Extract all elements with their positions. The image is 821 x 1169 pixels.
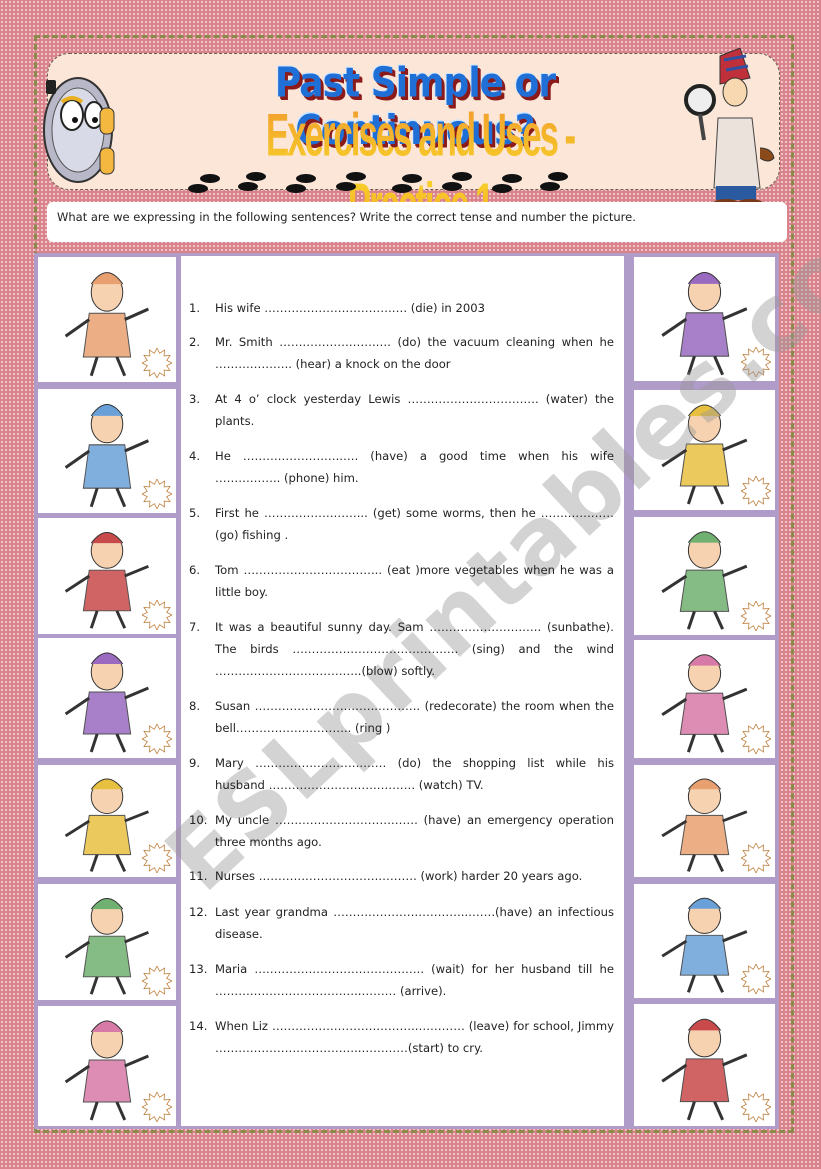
exercise-sentence[interactable]: Susan …………………………..……….. (redecorate) the… — [215, 695, 614, 739]
exercise-number: 3. — [189, 392, 201, 406]
exercise-item: 8. Susan …………………………..……….. (redecorate) t… — [189, 695, 614, 739]
exercise-item: 5. First he ……………………... (get) some worms,… — [189, 502, 614, 546]
exercise-item: 2. Mr. Smith …………………….…. (do) the vacuum … — [189, 331, 614, 375]
exercise-number: 7. — [189, 620, 201, 634]
number-burst-icon[interactable] — [741, 347, 771, 377]
number-burst-icon[interactable] — [142, 724, 172, 754]
exercise-number: 9. — [189, 756, 201, 770]
picture-woman-writing-list-man-watching-tv — [38, 1006, 176, 1126]
exercise-number: 10. — [189, 813, 208, 827]
number-burst-icon[interactable] — [142, 843, 172, 873]
instructions-text: What are we expressing in the following … — [47, 202, 787, 242]
picture-patient-rushed-to-surgery — [634, 640, 775, 758]
exercise-sentence[interactable]: His wife ………………………………. (die) in 2003 — [215, 297, 614, 319]
picture-sick-grandma-with-doctor — [634, 390, 775, 510]
picture-man-sleeping-in-hammock-watering-plants — [38, 257, 176, 382]
exercise-sentence[interactable]: Last year grandma ……………………………..…….(have)… — [215, 901, 614, 945]
exercise-sentence[interactable]: Tom ……………………………... (eat )more vegetables… — [215, 559, 614, 603]
exercise-number: 4. — [189, 449, 201, 463]
number-burst-icon[interactable] — [741, 476, 771, 506]
exercise-item: 7. It was a beautiful sunny day. Sam …………… — [189, 616, 614, 682]
detective-icon — [684, 48, 775, 209]
picture-angry-wife-with-rolling-pin — [38, 638, 176, 758]
exercise-item: 12. Last year grandma ……………………………..…….(ha… — [189, 901, 614, 945]
number-burst-icon[interactable] — [142, 966, 172, 996]
peeking-mascot-icon — [43, 77, 115, 183]
exercise-sentence[interactable]: When Liz ………………………………..………… (leave) for … — [215, 1015, 614, 1059]
exercise-number: 14. — [189, 1019, 208, 1033]
picture-person-wallpapering-room — [38, 389, 176, 513]
exercise-sentence[interactable]: Nurses ………………………….………. (work) harder 20 … — [215, 865, 614, 887]
exercise-number: 2. — [189, 335, 201, 349]
number-burst-icon[interactable] — [741, 964, 771, 994]
footprints-decoration — [186, 170, 576, 200]
exercise-number: 8. — [189, 699, 201, 713]
exercise-sentence[interactable]: Mr. Smith …………………….…. (do) the vacuum cl… — [215, 331, 614, 375]
exercise-sentence[interactable]: He ……………………..…. (have) a good time when … — [215, 445, 614, 489]
exercise-number: 13. — [189, 962, 208, 976]
exercise-sentence[interactable]: It was a beautiful sunny day. Sam ………………… — [215, 616, 614, 682]
exercise-number: 1. — [189, 301, 201, 315]
picture-man-at-gravestone-with-crow — [38, 518, 176, 634]
exercise-item: 4. He ……………………..…. (have) a good time whe… — [189, 445, 614, 489]
exercise-sentence[interactable]: At 4 o’ clock yesterday Lewis …………………………… — [215, 388, 614, 432]
number-burst-icon[interactable] — [142, 1092, 172, 1122]
exercise-item: 14. When Liz ………………………………..………… (leave) f… — [189, 1015, 614, 1059]
picture-busy-nurse — [634, 884, 775, 998]
picture-mother-leaving-crying-child — [634, 517, 775, 635]
exercise-number: 5. — [189, 506, 201, 520]
number-burst-icon[interactable] — [142, 479, 172, 509]
exercise-number: 11. — [189, 869, 208, 883]
picture-boy-refusing-vegetables — [634, 257, 775, 381]
exercise-item: 6. Tom ……………………………... (eat )more vegetabl… — [189, 559, 614, 603]
number-burst-icon[interactable] — [741, 724, 771, 754]
picture-man-vacuum-cleaning — [634, 1004, 775, 1126]
picture-surfer-with-birds — [634, 765, 775, 877]
exercise-sentence[interactable]: First he ……………………... (get) some worms, t… — [215, 502, 614, 546]
exercise-sentence[interactable]: Mary ……………………….…… (do) the shopping list… — [215, 752, 614, 796]
exercise-item: 9. Mary ……………………….…… (do) the shopping li… — [189, 752, 614, 796]
exercise-item: 13. Maria …………………………………….. (wait) for her… — [189, 958, 614, 1002]
number-burst-icon[interactable] — [142, 600, 172, 630]
picture-man-sunbathing — [38, 765, 176, 877]
exercise-item: 1. His wife ………………………………. (die) in 2003 — [189, 297, 614, 319]
exercise-number: 12. — [189, 905, 208, 919]
exercise-number: 6. — [189, 563, 201, 577]
exercise-item: 10. My uncle ………………………………. (have) an emer… — [189, 809, 614, 853]
number-burst-icon[interactable] — [741, 1092, 771, 1122]
exercise-sentence[interactable]: Maria …………………………………….. (wait) for her hu… — [215, 958, 614, 1002]
number-burst-icon[interactable] — [741, 843, 771, 873]
exercise-sentence[interactable]: My uncle ………………………………. (have) an emergen… — [215, 809, 614, 853]
exercise-item: 11. Nurses ………………………….………. (work) harder … — [189, 865, 614, 887]
exercise-item: 3. At 4 o’ clock yesterday Lewis ……………………… — [189, 388, 614, 432]
picture-child-eating-vegetables-at-chair — [38, 884, 176, 1000]
number-burst-icon[interactable] — [142, 348, 172, 378]
number-burst-icon[interactable] — [741, 601, 771, 631]
